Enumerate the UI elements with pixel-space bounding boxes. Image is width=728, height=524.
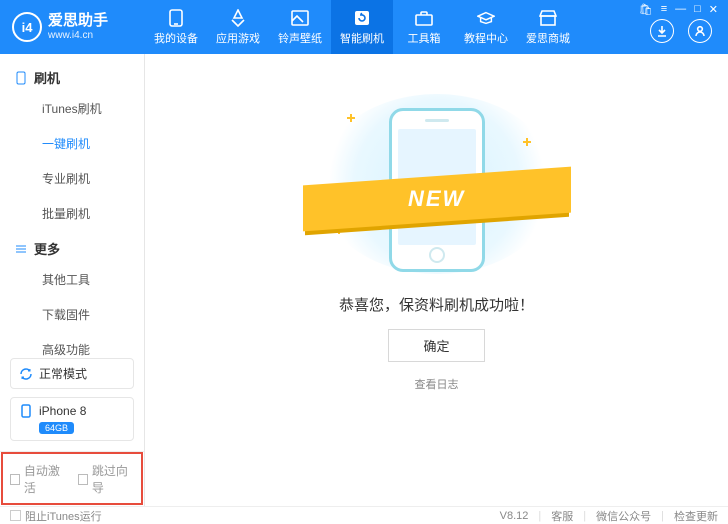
menu-icon[interactable]: ≡ <box>661 3 667 15</box>
checkbox-block-itunes[interactable]: 阻止iTunes运行 <box>10 508 102 524</box>
nav-toolbox[interactable]: 工具箱 <box>393 0 455 54</box>
sidebar-item-other-tools[interactable]: 其他工具 <box>0 262 144 297</box>
version-label: V8.12 <box>500 510 529 522</box>
list-icon <box>14 242 28 256</box>
main-content: NEW 恭喜您，保资料刷机成功啦！ 确定 查看日志 <box>145 54 728 506</box>
sidebar-item-pro-flash[interactable]: 专业刷机 <box>0 161 144 196</box>
close-button[interactable]: ✕ <box>709 3 718 16</box>
sidebar-item-oneclick-flash[interactable]: 一键刷机 <box>0 126 144 161</box>
nav-ringtones[interactable]: 铃声壁纸 <box>269 0 331 54</box>
minimize-button[interactable]: — <box>675 3 686 15</box>
sidebar-group-flash: 刷机 <box>0 60 144 91</box>
success-message: 恭喜您，保资料刷机成功啦！ <box>339 294 534 315</box>
window-controls: 🛍 ≡ — □ ✕ <box>629 0 728 18</box>
sidebar-item-advanced[interactable]: 高级功能 <box>0 332 144 358</box>
device-card[interactable]: iPhone 8 64GB <box>10 397 134 441</box>
nav-tutorials[interactable]: 教程中心 <box>455 0 517 54</box>
sidebar-item-batch-flash[interactable]: 批量刷机 <box>0 196 144 231</box>
graduation-icon <box>477 9 495 27</box>
phone-icon <box>167 9 185 27</box>
storage-badge: 64GB <box>39 422 74 434</box>
toolbox-icon <box>415 9 433 27</box>
user-button[interactable] <box>688 19 712 43</box>
cart-icon[interactable]: 🛍 <box>639 3 653 16</box>
footer-link-support[interactable]: 客服 <box>551 508 573 524</box>
phone-icon <box>14 71 28 85</box>
nav-apps-games[interactable]: 应用游戏 <box>207 0 269 54</box>
status-bar: 阻止iTunes运行 V8.12 | 客服 | 微信公众号 | 检查更新 <box>0 506 728 524</box>
app-header: i4 爱思助手 www.i4.cn 我的设备 应用游戏 铃声壁纸 智能刷机 工具… <box>0 0 728 54</box>
device-icon <box>19 404 33 418</box>
sync-icon <box>19 367 33 381</box>
success-illustration: NEW <box>317 94 557 274</box>
image-icon <box>291 9 309 27</box>
download-button[interactable] <box>650 19 674 43</box>
main-nav: 我的设备 应用游戏 铃声壁纸 智能刷机 工具箱 教程中心 爱思商城 <box>145 0 650 54</box>
apps-icon <box>229 9 247 27</box>
sidebar-group-more: 更多 <box>0 231 144 262</box>
app-title: 爱思助手 <box>48 13 108 30</box>
view-log-link[interactable]: 查看日志 <box>415 376 459 392</box>
checkbox-auto-activate[interactable]: 自动激活 <box>10 462 66 496</box>
ok-button[interactable]: 确定 <box>388 329 484 362</box>
flash-options: 自动激活 跳过向导 <box>0 451 144 506</box>
nav-my-device[interactable]: 我的设备 <box>145 0 207 54</box>
maximize-button[interactable]: □ <box>694 3 701 15</box>
checkbox-skip-guide[interactable]: 跳过向导 <box>78 462 134 496</box>
app-logo[interactable]: i4 爱思助手 www.i4.cn <box>0 12 145 42</box>
header-actions <box>650 19 728 43</box>
store-icon <box>539 9 557 27</box>
nav-store[interactable]: 爱思商城 <box>517 0 579 54</box>
app-url: www.i4.cn <box>48 30 108 41</box>
footer-link-update[interactable]: 检查更新 <box>674 508 718 524</box>
sidebar-item-download-firmware[interactable]: 下载固件 <box>0 297 144 332</box>
sidebar: 刷机 iTunes刷机 一键刷机 专业刷机 批量刷机 更多 其他工具 下载固件 … <box>0 54 145 506</box>
sidebar-item-itunes-flash[interactable]: iTunes刷机 <box>0 91 144 126</box>
logo-icon: i4 <box>12 12 42 42</box>
device-mode[interactable]: 正常模式 <box>10 358 134 389</box>
refresh-icon <box>353 9 371 27</box>
nav-smart-flash[interactable]: 智能刷机 <box>331 0 393 54</box>
footer-link-wechat[interactable]: 微信公众号 <box>596 508 651 524</box>
